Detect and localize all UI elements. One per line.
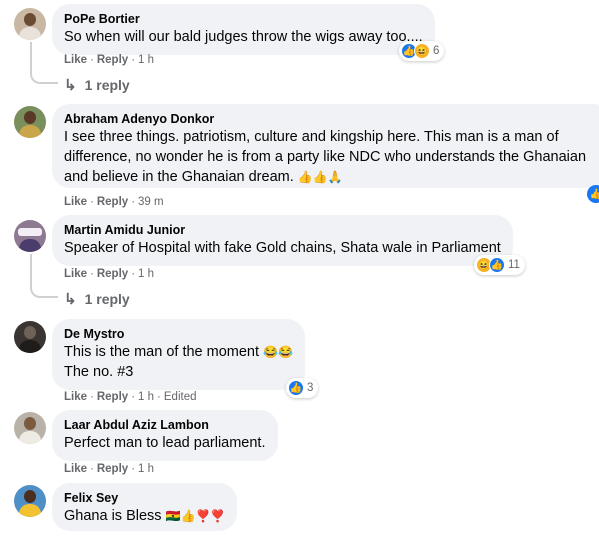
comment-bubble: Laar Abdul Aziz Lambon Perfect man to le… xyxy=(52,410,278,461)
comment-actions: Like · Reply · 1 h xyxy=(64,54,155,66)
comment-text: Perfect man to lead parliament. xyxy=(64,435,266,451)
comment-text: I see three things. patriotism, culture … xyxy=(64,129,559,145)
like-button[interactable]: Like xyxy=(64,196,87,208)
comment-author[interactable]: Martin Amidu Junior xyxy=(64,222,501,238)
comment-text: Ghana is Bless 🇬🇭👍❣️❣️ xyxy=(64,508,226,524)
like-reaction-icon: 👍 xyxy=(288,380,304,396)
timestamp[interactable]: 39 m xyxy=(138,196,164,208)
comment-bubble: Felix Sey Ghana is Bless 🇬🇭👍❣️❣️ xyxy=(52,483,238,531)
timestamp[interactable]: 1 h xyxy=(138,54,154,66)
like-reaction-icon[interactable]: 👍 xyxy=(587,185,599,203)
comment-author[interactable]: PoPe Bortier xyxy=(64,11,423,27)
timestamp[interactable]: 1 h xyxy=(138,391,154,403)
comment-actions: Like · Reply · 1 h · Edited xyxy=(64,391,197,403)
comment-author[interactable]: De Mystro xyxy=(64,326,293,342)
comment-actions: Like · Reply · 1 h xyxy=(64,268,155,280)
comment-author[interactable]: Felix Sey xyxy=(64,490,225,506)
reply-button[interactable]: Reply xyxy=(97,391,128,403)
like-button[interactable]: Like xyxy=(64,463,87,475)
comment-text: difference, no wonder he is from a party… xyxy=(64,149,587,165)
comment-text: So when will our bald judges throw the w… xyxy=(64,29,423,45)
comment-text: This is the man of the moment 😂😂 xyxy=(64,344,293,360)
comment-author[interactable]: Abraham Adenyo Donkor xyxy=(64,111,599,127)
view-replies-link[interactable]: ↳ 1 reply xyxy=(64,290,130,308)
comment-author[interactable]: Laar Abdul Aziz Lambon xyxy=(64,417,266,433)
reply-button[interactable]: Reply xyxy=(97,268,128,280)
emoji: 👍👍🙏 xyxy=(297,170,343,184)
reaction-summary[interactable]: 😆 👍 11 xyxy=(474,255,525,275)
reply-button[interactable]: Reply xyxy=(97,54,128,66)
comment-actions: Like · Reply · 39 m xyxy=(64,196,164,208)
edited-label[interactable]: Edited xyxy=(164,391,197,403)
like-button[interactable]: Like xyxy=(64,54,87,66)
reaction-summary[interactable]: 👍 3 xyxy=(286,378,319,398)
comment-text: and believe in the Ghanaian dream. 👍👍🙏 xyxy=(64,169,343,185)
comment-text: Speaker of Hospital with fake Gold chain… xyxy=(64,240,501,256)
comment-bubble: De Mystro This is the man of the moment … xyxy=(52,319,305,390)
timestamp[interactable]: 1 h xyxy=(138,463,154,475)
avatar[interactable] xyxy=(14,321,46,353)
avatar[interactable] xyxy=(14,8,46,40)
reaction-count: 6 xyxy=(433,45,440,57)
reaction-count: 3 xyxy=(307,382,314,394)
reply-button[interactable]: Reply xyxy=(97,463,128,475)
avatar[interactable] xyxy=(14,412,46,444)
emoji: 🇬🇭👍❣️❣️ xyxy=(165,509,226,523)
emoji: 😂😂 xyxy=(263,345,293,359)
avatar[interactable] xyxy=(14,106,46,138)
reply-arrow-icon: ↳ xyxy=(64,291,77,308)
avatar[interactable] xyxy=(14,485,46,517)
thread-connector xyxy=(30,68,58,84)
comment-actions: Like · Reply · 1 h xyxy=(64,463,155,475)
comment-text: The no. #3 xyxy=(64,364,134,380)
reply-button[interactable]: Reply xyxy=(97,196,128,208)
like-button[interactable]: Like xyxy=(64,391,87,403)
thread-line xyxy=(30,42,32,70)
thread-line xyxy=(30,254,32,284)
reaction-count: 11 xyxy=(508,259,520,271)
comment-bubble: PoPe Bortier So when will our bald judge… xyxy=(52,4,435,55)
haha-reaction-icon: 😆 xyxy=(414,43,430,59)
reaction-summary[interactable]: 👍 😆 6 xyxy=(399,41,445,61)
reply-arrow-icon: ↳ xyxy=(64,77,77,94)
timestamp[interactable]: 1 h xyxy=(138,268,154,280)
comment-bubble: Martin Amidu Junior Speaker of Hospital … xyxy=(52,215,513,266)
like-reaction-icon: 👍 xyxy=(489,257,505,273)
avatar[interactable] xyxy=(14,220,46,252)
like-button[interactable]: Like xyxy=(64,268,87,280)
thread-connector xyxy=(30,282,58,298)
view-replies-link[interactable]: ↳ 1 reply xyxy=(64,76,130,94)
comment-bubble: Abraham Adenyo Donkor I see three things… xyxy=(52,104,599,188)
